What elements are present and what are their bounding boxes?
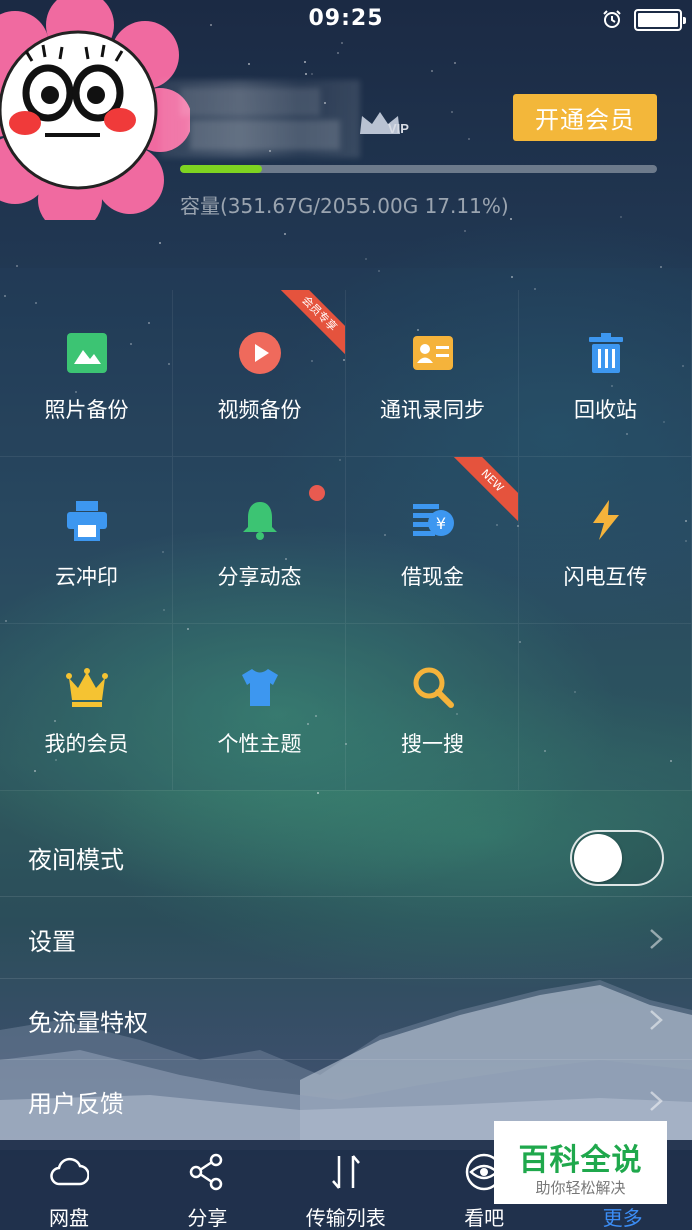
- grid-item[interactable]: 闪电互传: [519, 457, 692, 624]
- star: [341, 42, 343, 44]
- toggle-knob: [574, 834, 622, 882]
- settings-row[interactable]: 设置: [0, 898, 692, 979]
- alarm-icon: [603, 10, 621, 28]
- share-icon: [187, 1152, 227, 1192]
- chevron-right-icon: [650, 929, 663, 949]
- cash-icon: ¥: [412, 499, 454, 541]
- star: [305, 73, 307, 75]
- feature-grid: 照片备份 视频备份 会员专享通讯录同步 回收站云冲印 分享动态 ¥ 借现金 NEW 闪电互传我的…: [0, 290, 692, 791]
- lightning-icon: [585, 499, 627, 541]
- storage-progress-bar: [180, 165, 657, 173]
- chevron-right-icon: [650, 1010, 663, 1030]
- grid-item-label: 我的会员: [44, 732, 129, 756]
- tab-transfer[interactable]: 传输列表: [277, 1140, 415, 1230]
- star: [468, 138, 470, 140]
- night-mode-toggle[interactable]: [570, 830, 664, 886]
- grid-item-label: 个性主题: [217, 732, 302, 756]
- star: [304, 61, 306, 63]
- free-traffic-label: 免流量特权: [28, 1009, 148, 1037]
- grid-item-label: 闪电互传: [563, 565, 648, 589]
- crown-icon: [66, 666, 108, 708]
- star: [454, 62, 456, 64]
- star: [248, 63, 250, 65]
- grid-item[interactable]: 分享动态: [173, 457, 346, 624]
- star: [317, 792, 319, 794]
- printer-icon: [66, 499, 108, 541]
- vip-badge: VIP: [388, 121, 409, 136]
- star: [451, 111, 453, 113]
- transfer-icon: [326, 1152, 366, 1192]
- night-mode-label: 夜间模式: [28, 846, 124, 874]
- star: [620, 216, 622, 218]
- grid-item-label: 通讯录同步: [380, 398, 485, 422]
- contact-card-icon: [412, 332, 454, 374]
- photo-icon: [66, 332, 108, 374]
- ribbon-badge: 会员专享: [276, 290, 345, 357]
- watermark-main: 百科全说: [518, 1143, 643, 1178]
- grid-item[interactable]: 照片备份: [0, 290, 173, 457]
- grid-item-label: 借现金: [401, 565, 464, 589]
- star: [16, 265, 18, 267]
- grid-item-label: 分享动态: [217, 565, 302, 589]
- trash-icon: [585, 332, 627, 374]
- grid-item-label: 回收站: [574, 398, 637, 422]
- svg-text:¥: ¥: [436, 514, 446, 533]
- grid-cell-empty: [519, 624, 692, 791]
- grid-item[interactable]: 个性主题: [173, 624, 346, 791]
- notification-dot: [309, 485, 325, 501]
- search-icon: [412, 666, 454, 708]
- tab-label: 传输列表: [305, 1206, 386, 1230]
- tab-cloud[interactable]: 网盘: [0, 1140, 138, 1230]
- capacity-text: 容量(351.67G/2055.00G 17.11%): [180, 194, 509, 218]
- bell-icon: [239, 499, 281, 541]
- watermark: 百科全说 助你轻松解决: [494, 1121, 667, 1204]
- grid-item[interactable]: 云冲印: [0, 457, 173, 624]
- tab-label: 看吧: [464, 1206, 505, 1230]
- grid-item[interactable]: 我的会员: [0, 624, 173, 791]
- battery-icon: [634, 9, 686, 31]
- star: [464, 230, 466, 232]
- tab-label: 更多: [602, 1206, 643, 1230]
- star: [311, 73, 313, 75]
- play-icon: [239, 332, 281, 374]
- star: [431, 70, 433, 72]
- free-traffic-row[interactable]: 免流量特权: [0, 979, 692, 1060]
- grid-item-label: 云冲印: [55, 565, 118, 589]
- tshirt-icon: [239, 666, 281, 708]
- cloud-icon: [49, 1152, 90, 1192]
- grid-item[interactable]: 通讯录同步: [346, 290, 519, 457]
- feedback-label: 用户反馈: [28, 1090, 124, 1118]
- star: [284, 233, 286, 235]
- watermark-sub: 助你轻松解决: [535, 1179, 626, 1197]
- star: [510, 218, 512, 220]
- grid-item[interactable]: 回收站: [519, 290, 692, 457]
- ribbon-badge: NEW: [449, 457, 518, 524]
- grid-item[interactable]: 视频备份 会员专享: [173, 290, 346, 457]
- grid-item-label: 搜一搜: [401, 732, 464, 756]
- grid-item-label: 照片备份: [44, 398, 129, 422]
- settings-label: 设置: [28, 928, 76, 956]
- grid-item-label: 视频备份: [217, 398, 302, 422]
- tab-label: 网盘: [49, 1206, 89, 1230]
- grid-item[interactable]: ¥ 借现金 NEW: [346, 457, 519, 624]
- star: [337, 52, 339, 54]
- username-blurred: [160, 80, 360, 158]
- open-membership-button[interactable]: 开通会员: [513, 94, 657, 141]
- grid-item[interactable]: 搜一搜: [346, 624, 519, 791]
- chevron-right-icon: [650, 1091, 663, 1111]
- tab-share[interactable]: 分享: [138, 1140, 276, 1230]
- star: [365, 258, 367, 260]
- tab-label: 分享: [187, 1206, 228, 1230]
- star: [159, 242, 161, 244]
